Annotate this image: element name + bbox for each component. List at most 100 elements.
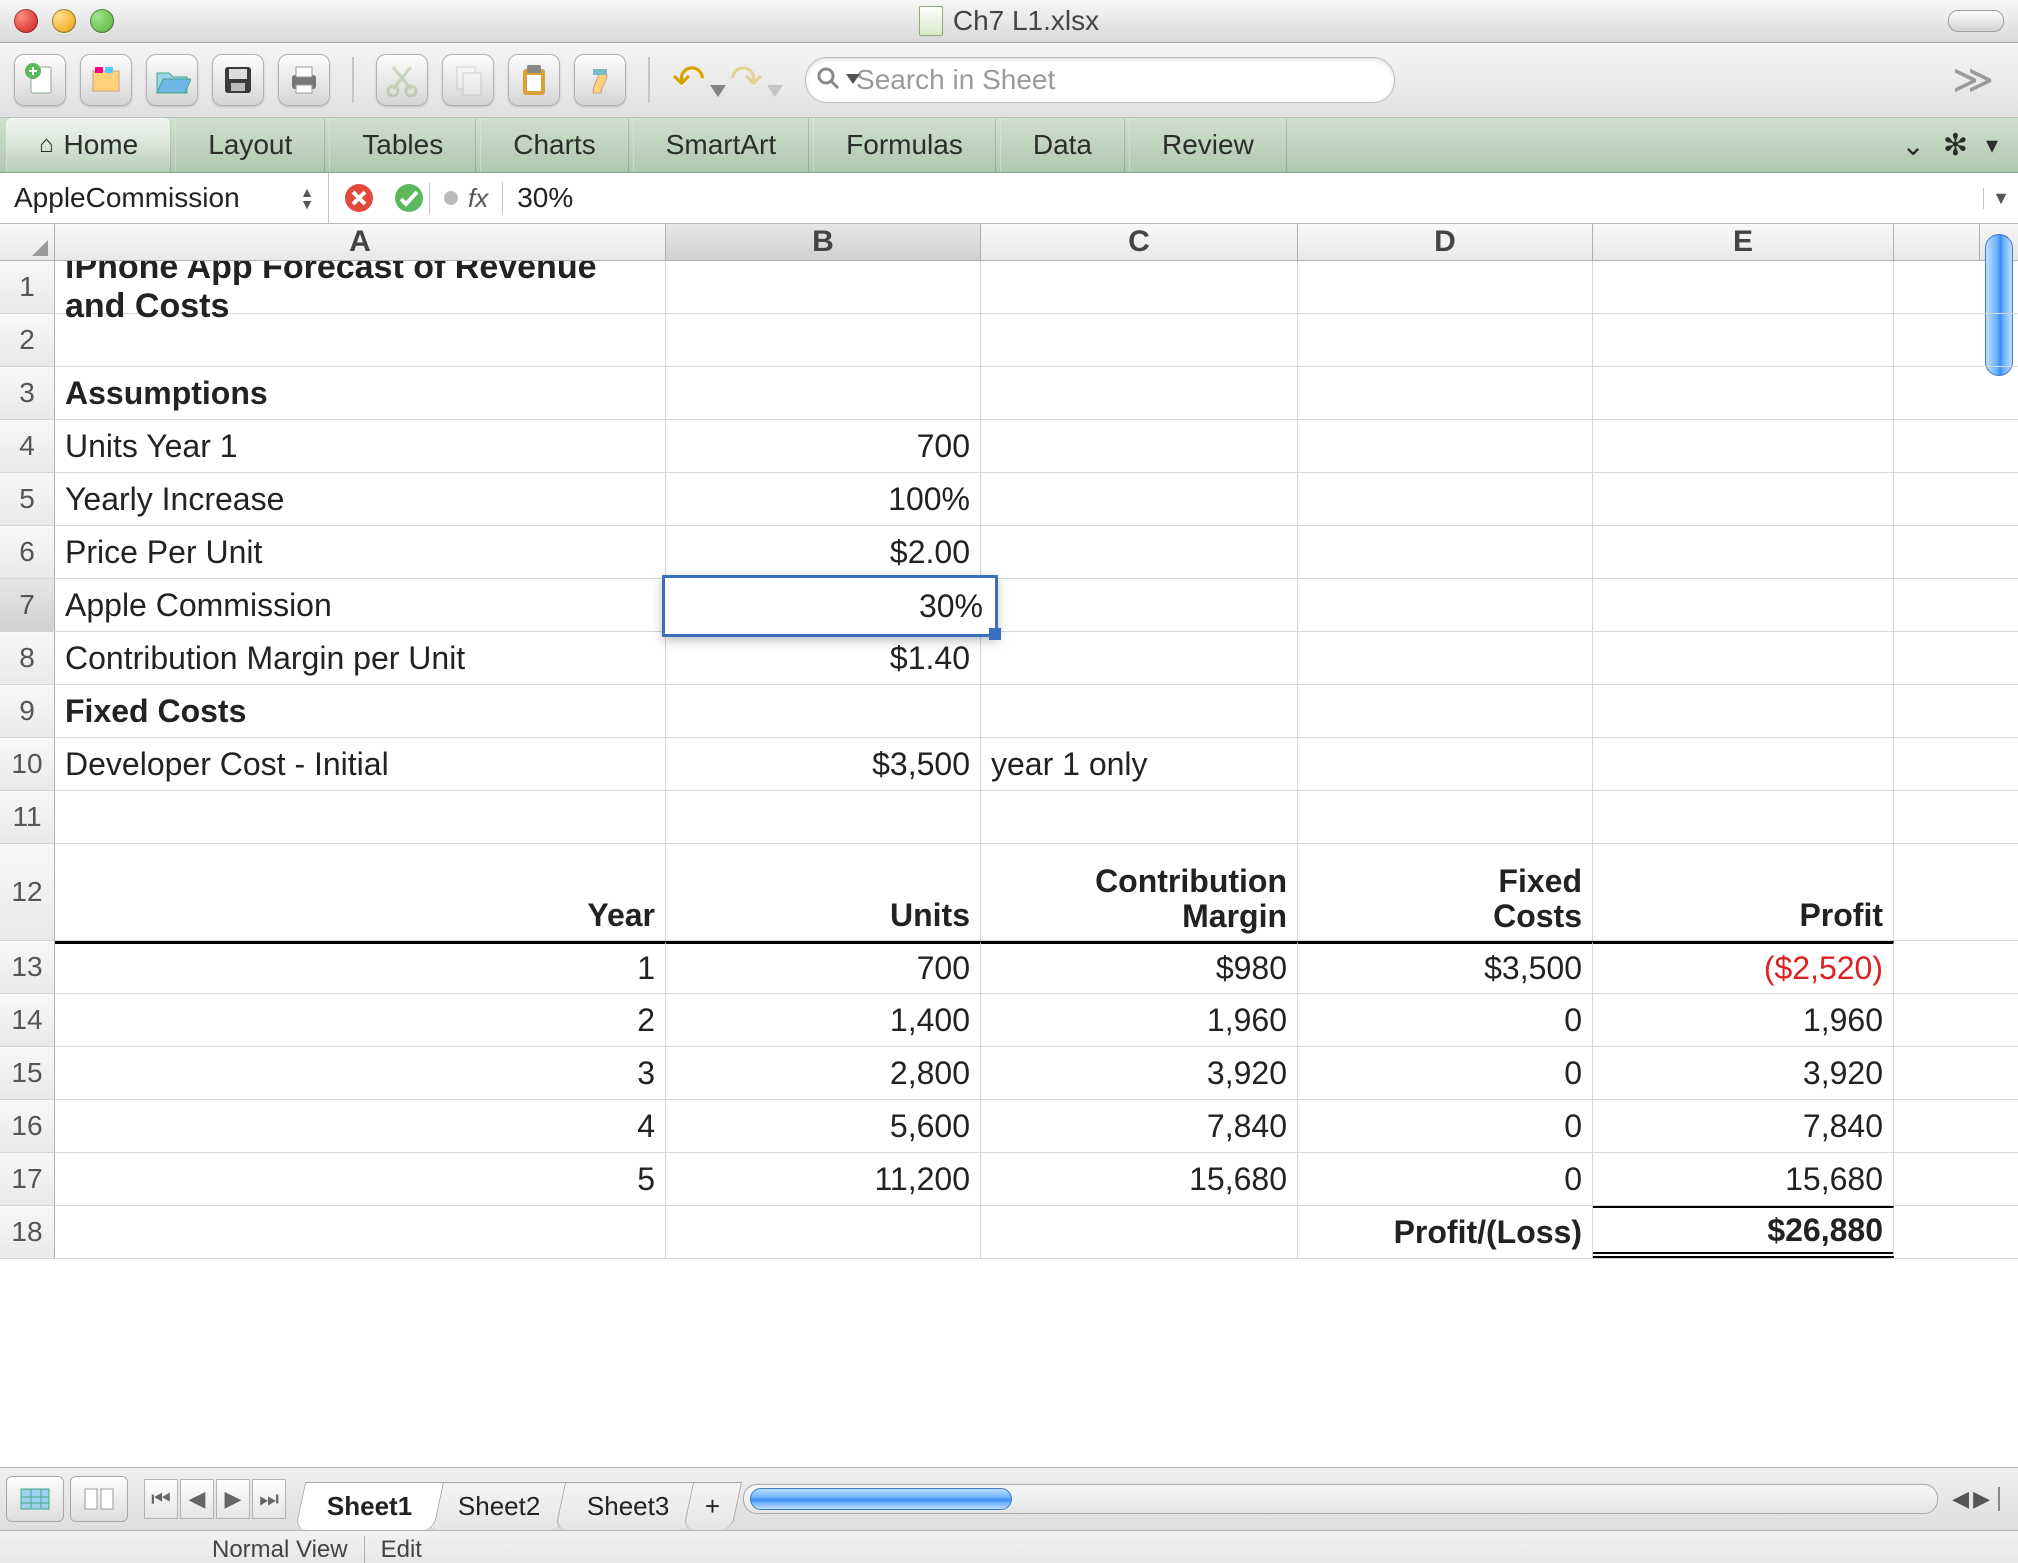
- window-zoom-button[interactable]: [90, 9, 114, 33]
- cell-B4[interactable]: 700: [666, 420, 981, 472]
- cell-B6[interactable]: $2.00: [666, 526, 981, 578]
- templates-button[interactable]: [80, 54, 132, 106]
- cell-B1[interactable]: [666, 261, 981, 313]
- search-placeholder: Search in Sheet: [856, 64, 1055, 96]
- sheet-nav-next[interactable]: ▶: [216, 1479, 250, 1519]
- cell-B5[interactable]: 100%: [666, 473, 981, 525]
- hscroll-right[interactable]: ▶: [1973, 1486, 1990, 1512]
- cell-B8[interactable]: $1.40: [666, 632, 981, 684]
- ribbon-tab-home[interactable]: ⌂ Home: [6, 118, 171, 172]
- settings-gear-icon[interactable]: ✻: [1943, 128, 1968, 163]
- search-icon: [816, 66, 860, 92]
- cell-A9[interactable]: Fixed Costs: [55, 685, 666, 737]
- select-all-corner[interactable]: [0, 224, 55, 260]
- ribbon-tab-data[interactable]: Data: [1000, 118, 1125, 172]
- cell-E12[interactable]: Profit: [1593, 844, 1894, 940]
- toolbar-pill-button[interactable]: [1948, 10, 2004, 32]
- cell-A6[interactable]: Price Per Unit: [55, 526, 666, 578]
- cell-E18[interactable]: $26,880: [1593, 1206, 1894, 1258]
- cell-B13[interactable]: 700: [666, 941, 981, 993]
- col-header-D[interactable]: D: [1298, 224, 1593, 260]
- window-minimize-button[interactable]: [52, 9, 76, 33]
- copy-button[interactable]: [442, 54, 494, 106]
- ribbon-tab-smartart[interactable]: SmartArt: [633, 118, 809, 172]
- sheet-tab-1[interactable]: Sheet1: [295, 1482, 444, 1530]
- sheet-search-input[interactable]: Search in Sheet: [805, 57, 1395, 103]
- cell-A2[interactable]: [55, 314, 666, 366]
- col-header-B[interactable]: B: [666, 224, 981, 260]
- new-workbook-button[interactable]: [14, 54, 66, 106]
- hscroll-left[interactable]: ◀: [1952, 1486, 1969, 1512]
- ribbon-tab-formulas[interactable]: Formulas: [813, 118, 996, 172]
- add-sheet-button[interactable]: +: [683, 1482, 742, 1530]
- sheet-tab-3[interactable]: Sheet3: [555, 1482, 702, 1530]
- cell-D1[interactable]: [1298, 261, 1593, 313]
- namebox-stepper[interactable]: ▲▼: [300, 187, 314, 209]
- cell-A12[interactable]: Year: [55, 844, 666, 940]
- status-view-label: Normal View: [196, 1536, 364, 1563]
- cell-A10[interactable]: Developer Cost - Initial: [55, 738, 666, 790]
- name-box[interactable]: AppleCommission ▲▼: [0, 173, 329, 223]
- cell-B10[interactable]: $3,500: [666, 738, 981, 790]
- paste-button[interactable]: [508, 54, 560, 106]
- cell-A3[interactable]: Assumptions: [55, 367, 666, 419]
- horizontal-scroll-thumb[interactable]: [750, 1488, 1012, 1510]
- open-button[interactable]: [146, 54, 198, 106]
- print-button[interactable]: [278, 54, 330, 106]
- cell-D12[interactable]: Fixed Costs: [1298, 844, 1593, 940]
- ribbon-collapse-icon[interactable]: ⌄: [1901, 129, 1924, 162]
- normal-view-button[interactable]: [6, 1476, 64, 1522]
- ribbon-tab-charts[interactable]: Charts: [480, 118, 628, 172]
- undo-dropdown[interactable]: [710, 85, 726, 97]
- cell-A4[interactable]: Units Year 1: [55, 420, 666, 472]
- ribbon-tab-layout[interactable]: Layout: [175, 118, 325, 172]
- formula-cancel-button[interactable]: [339, 178, 379, 218]
- settings-dropdown[interactable]: ▾: [1986, 131, 1998, 160]
- horizontal-scrollbar[interactable]: [743, 1484, 1938, 1514]
- cell-D18[interactable]: Profit/(Loss): [1298, 1206, 1593, 1258]
- sheet-nav-prev[interactable]: ◀: [180, 1479, 214, 1519]
- cell-E13[interactable]: ($2,520): [1593, 941, 1894, 993]
- formula-enter-button[interactable]: [389, 178, 429, 218]
- ribbon-tabs: ⌂ Home Layout Tables Charts SmartArt For…: [0, 118, 2018, 173]
- col-header-pad: [1894, 224, 1979, 260]
- format-painter-button[interactable]: [574, 54, 626, 106]
- cell-A5[interactable]: Yearly Increase: [55, 473, 666, 525]
- insert-function-button[interactable]: fx: [429, 183, 502, 214]
- col-header-A[interactable]: A: [55, 224, 666, 260]
- cell-C12[interactable]: Contribution Margin: [981, 844, 1298, 940]
- overflow-chevrons-icon[interactable]: ≫: [1942, 57, 2004, 103]
- cell-C1[interactable]: [981, 261, 1298, 313]
- sheet-tab-2[interactable]: Sheet2: [426, 1482, 573, 1530]
- ribbon-tab-review[interactable]: Review: [1129, 118, 1287, 172]
- cell-B12[interactable]: Units: [666, 844, 981, 940]
- formula-input[interactable]: 30%: [502, 182, 1983, 214]
- save-button[interactable]: [212, 54, 264, 106]
- cell-A13[interactable]: 1: [55, 941, 666, 993]
- cell-E1[interactable]: [1593, 261, 1894, 313]
- cell-A8[interactable]: Contribution Margin per Unit: [55, 632, 666, 684]
- col-header-C[interactable]: C: [981, 224, 1298, 260]
- cell-D13[interactable]: $3,500: [1298, 941, 1593, 993]
- cut-button[interactable]: [376, 54, 428, 106]
- column-headers: A B C D E: [0, 224, 2018, 261]
- home-icon: ⌂: [39, 131, 54, 159]
- sheet-nav-first[interactable]: ⏮: [144, 1479, 178, 1519]
- status-mode-label: Edit: [365, 1536, 438, 1563]
- vertical-scrollbar[interactable]: [1979, 224, 2018, 260]
- window-close-button[interactable]: [14, 9, 38, 33]
- page-layout-view-button[interactable]: [70, 1476, 128, 1522]
- cell-B7[interactable]: [666, 579, 981, 631]
- undo-button[interactable]: ↶: [672, 57, 706, 103]
- cell-A7[interactable]: Apple Commission: [55, 579, 666, 631]
- ribbon-tab-tables[interactable]: Tables: [329, 118, 476, 172]
- cell-A1[interactable]: iPhone App Forecast of Revenue and Costs: [55, 261, 666, 313]
- col-header-E[interactable]: E: [1593, 224, 1894, 260]
- cell-C13[interactable]: $980: [981, 941, 1298, 993]
- sheet-nav-last[interactable]: ⏭: [252, 1479, 286, 1519]
- redo-dropdown[interactable]: [767, 85, 783, 97]
- redo-button[interactable]: ↷: [730, 57, 764, 103]
- cell-C10[interactable]: year 1 only: [981, 738, 1298, 790]
- grid-rows[interactable]: 1 iPhone App Forecast of Revenue and Cos…: [0, 261, 2018, 1467]
- formula-bar-expand[interactable]: ▼: [1983, 188, 2018, 209]
